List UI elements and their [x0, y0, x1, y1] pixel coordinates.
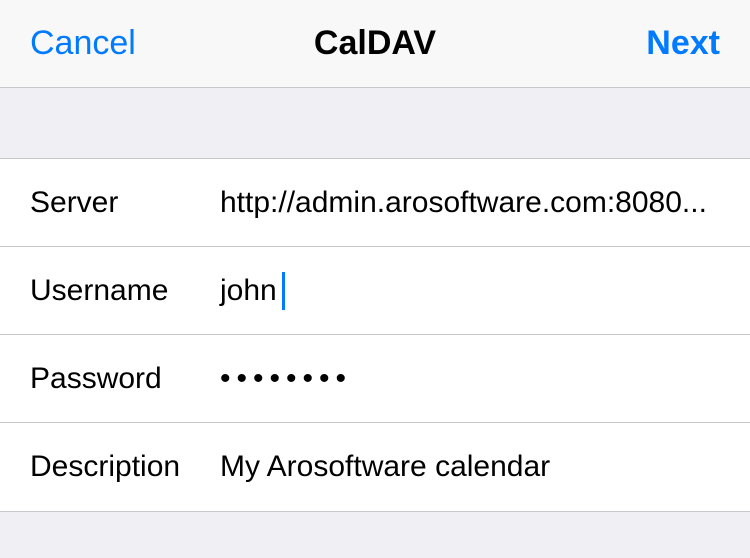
- username-row: Username john: [0, 247, 750, 335]
- username-value: john: [220, 274, 277, 308]
- server-label: Server: [30, 186, 220, 220]
- next-button[interactable]: Next: [646, 24, 720, 63]
- password-row: Password ••••••••: [0, 335, 750, 423]
- text-cursor: [282, 272, 285, 310]
- username-input[interactable]: john: [220, 272, 720, 310]
- description-input[interactable]: My Arosoftware calendar: [220, 450, 720, 484]
- server-input[interactable]: http://admin.arosoftware.com:8080...: [220, 186, 720, 220]
- password-label: Password: [30, 362, 220, 396]
- server-row: Server http://admin.arosoftware.com:8080…: [0, 159, 750, 247]
- section-spacer: [0, 88, 750, 158]
- password-input[interactable]: ••••••••: [220, 364, 352, 394]
- description-row: Description My Arosoftware calendar: [0, 423, 750, 511]
- description-label: Description: [30, 450, 220, 484]
- username-label: Username: [30, 274, 220, 308]
- page-title: CalDAV: [314, 24, 436, 63]
- cancel-button[interactable]: Cancel: [30, 24, 136, 63]
- nav-header: Cancel CalDAV Next: [0, 0, 750, 88]
- caldav-form: Server http://admin.arosoftware.com:8080…: [0, 158, 750, 512]
